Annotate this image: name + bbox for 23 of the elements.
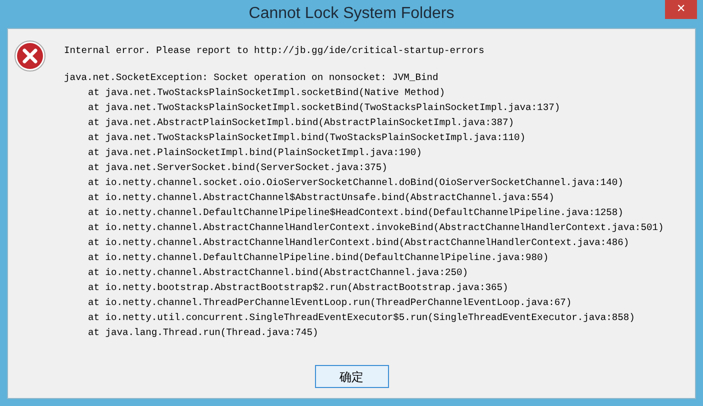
stack-trace-line: at io.netty.util.concurrent.SingleThreadEventExecutor$5.run(SingleThreadEventExecutor.java:858) xyxy=(87,311,636,325)
stack-trace-line: at java.net.AbstractPlainSocketImpl.bind(AbstractPlainSocketImpl.java:387) xyxy=(87,116,516,130)
stack-trace-line: at java.net.TwoStacksPlainSocketImpl.socketBind(TwoStacksPlainSocketImpl.java:137) xyxy=(87,101,562,115)
error-icon xyxy=(14,40,46,72)
stack-trace-line: at io.netty.channel.DefaultChannelPipeline$HeadContext.bind(DefaultChannelPipeline.java:1258) xyxy=(87,206,624,220)
window-title: Cannot Lock System Folders xyxy=(248,4,454,24)
ok-button[interactable]: 确定 xyxy=(314,365,388,388)
stack-trace-line: at java.net.TwoStacksPlainSocketImpl.socketBind(Native Method) xyxy=(87,86,446,100)
stack-trace-line: at io.netty.channel.socket.oio.OioServerSocketChannel.doBind(OioServerSocketChannel.java:140) xyxy=(87,176,624,190)
stack-trace-line: at java.lang.Thread.run(Thread.java:745) xyxy=(87,326,320,340)
stack-trace-line: at io.netty.channel.AbstractChannel.bind(AbstractChannel.java:250) xyxy=(87,266,469,280)
stack-trace-line: at io.netty.bootstrap.AbstractBootstrap$2.run(AbstractBootstrap.java:365) xyxy=(87,281,510,295)
stack-trace-line: at java.net.PlainSocketImpl.bind(PlainSocketImpl.java:190) xyxy=(87,146,423,160)
error-message: Internal error. Please report to http://jb.gg/ide/critical-startup-errors xyxy=(64,44,486,58)
stack-trace-line: at io.netty.channel.ThreadPerChannelEventLoop.run(ThreadPerChannelEventLoop.java:67) xyxy=(87,296,573,310)
stack-trace-line: at java.net.ServerSocket.bind(ServerSocket.java:375) xyxy=(87,161,388,175)
stack-trace-line: at io.netty.channel.AbstractChannelHandlerContext.bind(AbstractChannelHandlerContext.java:486) xyxy=(87,236,630,250)
stack-trace-line: at io.netty.channel.AbstractChannel$AbstractUnsafe.bind(AbstractChannel.java:554) xyxy=(87,191,556,205)
stack-trace-line: at io.netty.channel.DefaultChannelPipeline.bind(DefaultChannelPipeline.java:980) xyxy=(87,251,550,265)
stack-trace-line: at java.net.TwoStacksPlainSocketImpl.bind(TwoStacksPlainSocketImpl.java:110) xyxy=(87,131,527,145)
exception-text: java.net.SocketException: Socket operation on nonsocket: JVM_Bind xyxy=(64,71,440,85)
close-button[interactable]: ✕ xyxy=(665,0,697,19)
stack-trace-line: at io.netty.channel.AbstractChannelHandlerContext.invokeBind(AbstractChannelHandlerContext.java:501) xyxy=(87,221,664,235)
